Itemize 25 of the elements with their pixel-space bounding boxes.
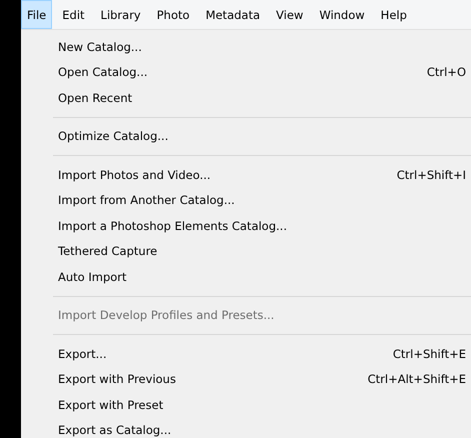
menu-item[interactable]: Export as Catalog... — [21, 418, 471, 438]
menu-bar-item[interactable]: Edit — [56, 0, 91, 29]
menu-item[interactable]: Export with Previous Ctrl+Alt+Shift+E — [21, 366, 471, 392]
menu-item[interactable]: Import Photos and Video... Ctrl+Shift+I — [21, 162, 471, 188]
menu-item[interactable]: Import a Photoshop Elements Catalog... — [21, 213, 471, 238]
menu-bar-item[interactable]: Photo — [150, 0, 196, 29]
menu-item[interactable]: Open Catalog... Ctrl+O — [21, 60, 471, 85]
menu-item[interactable]: Import from Another Catalog... — [21, 188, 471, 213]
menu-item[interactable]: Open Recent — [21, 85, 471, 110]
menu-item[interactable]: Tethered Capture — [21, 238, 471, 264]
shortcut-label: Ctrl+Shift+E — [392, 346, 466, 361]
menu-item[interactable]: Auto Import — [21, 264, 471, 290]
menu-bar-item[interactable]: View — [270, 0, 310, 29]
menu-bar-item[interactable]: Metadata — [200, 0, 266, 29]
menu-bar-item[interactable]: Library — [94, 0, 147, 29]
menu-item[interactable]: Optimize Catalog... — [21, 124, 471, 149]
shortcut-label: Ctrl+Alt+Shift+E — [368, 372, 466, 386]
menu-item[interactable]: Export... Ctrl+Shift+E — [21, 341, 471, 366]
menu-item[interactable]: New Catalog... — [21, 34, 471, 60]
menu-bar-item[interactable]: Window — [313, 0, 371, 29]
menu-item[interactable]: Export with Preset — [21, 392, 471, 418]
shortcut-label: Ctrl+Shift+I — [396, 168, 466, 182]
shortcut-label: Ctrl+O — [426, 65, 466, 80]
menu-bar-item[interactable]: Help — [374, 0, 413, 29]
menu-bar-item[interactable]: File — [21, 0, 52, 29]
